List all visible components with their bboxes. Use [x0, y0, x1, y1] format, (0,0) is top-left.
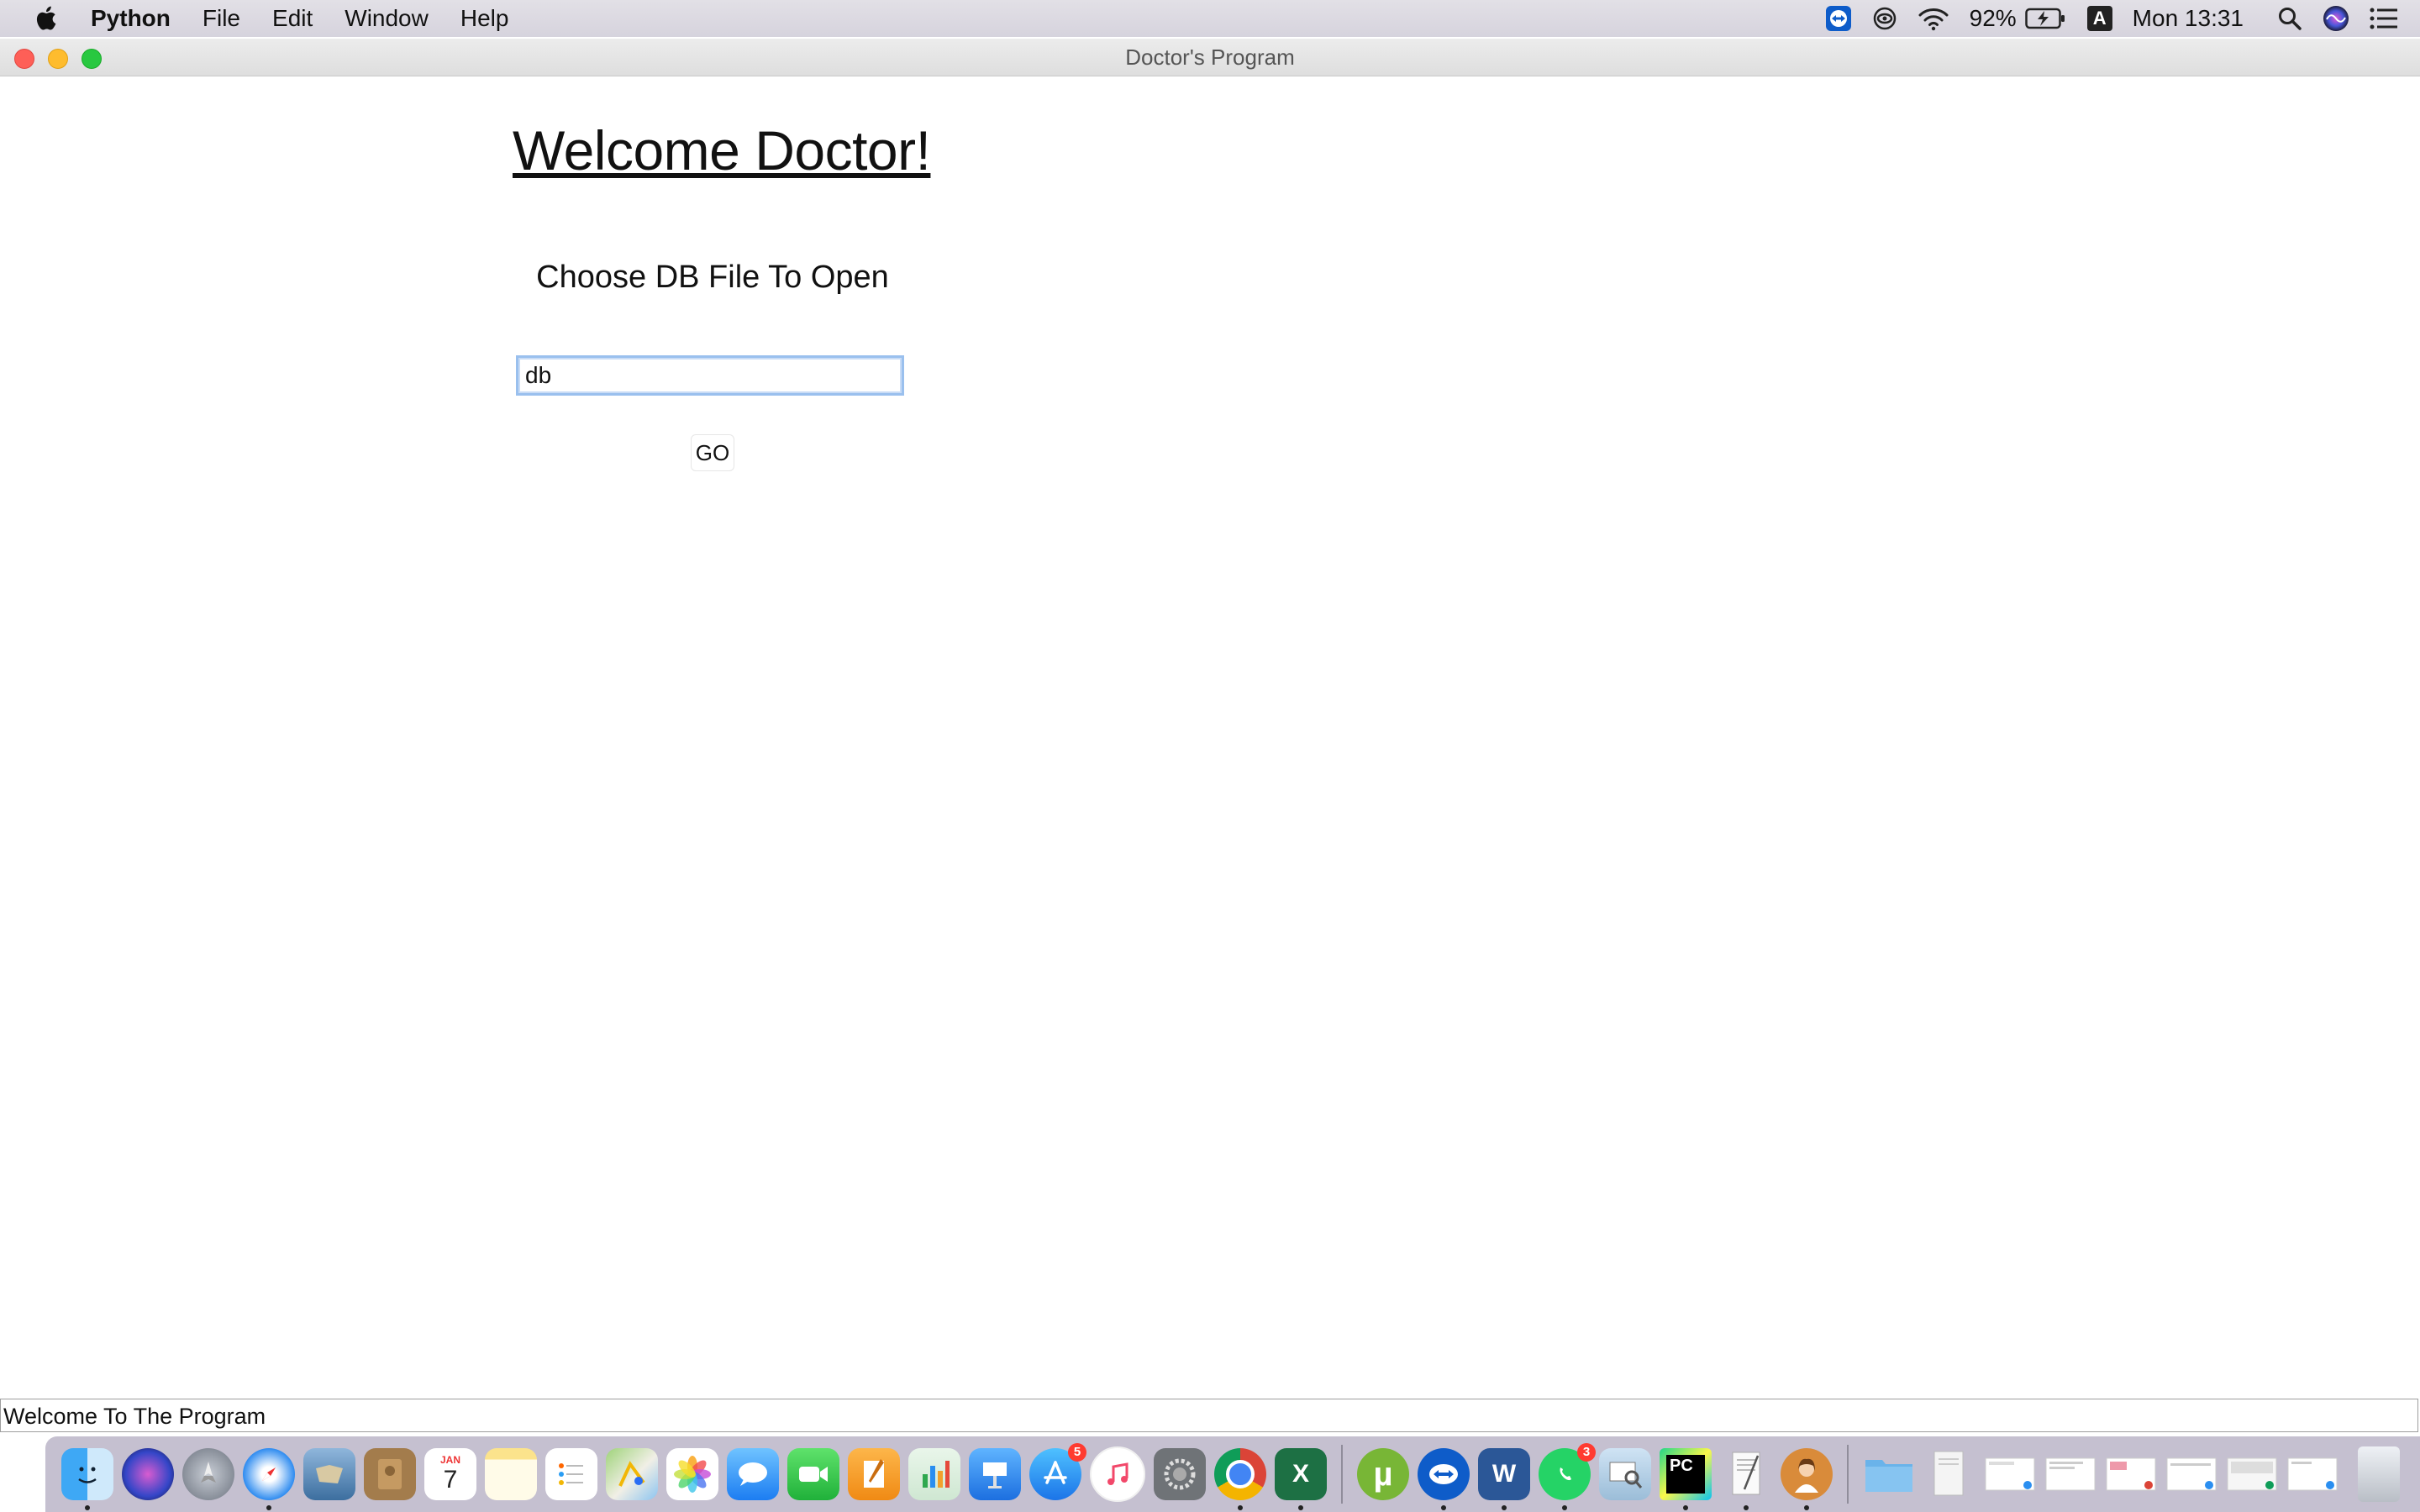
utorrent-icon[interactable]: µ — [1357, 1448, 1409, 1500]
siri-dock-icon[interactable] — [122, 1448, 174, 1500]
menu-window[interactable]: Window — [345, 5, 429, 32]
messages-icon[interactable] — [727, 1448, 779, 1500]
dock: JAN 7 5 X µ W 3 PC — [45, 1436, 2420, 1512]
maps-icon[interactable] — [606, 1448, 658, 1500]
contacts-icon[interactable] — [364, 1448, 416, 1500]
status-bar: Welcome To The Program — [0, 1399, 2418, 1432]
screenshot-thumb-3-icon[interactable] — [2105, 1448, 2157, 1500]
db-file-input[interactable] — [516, 355, 904, 396]
dock-separator-2 — [1847, 1445, 1849, 1504]
launchpad-icon[interactable] — [182, 1448, 234, 1500]
numbers-icon[interactable] — [908, 1448, 960, 1500]
calendar-day: 7 — [443, 1466, 458, 1494]
word-icon[interactable]: W — [1478, 1448, 1530, 1510]
go-button[interactable]: GO — [691, 434, 734, 471]
screenshot-thumb-6-icon[interactable] — [2286, 1448, 2338, 1500]
screenshot-thumb-4-icon[interactable] — [2165, 1448, 2217, 1500]
safari-icon[interactable] — [243, 1448, 295, 1510]
pycharm-icon[interactable]: PC — [1660, 1448, 1712, 1510]
menu-edit[interactable]: Edit — [272, 5, 313, 32]
menu-bar-status-area: 92% A Mon 13:31 — [1825, 0, 2420, 37]
battery-charging-icon[interactable] — [2024, 8, 2067, 29]
calendar-month: JAN — [439, 1454, 460, 1466]
welcome-heading: Welcome Doctor! — [513, 119, 931, 181]
apple-menu-icon[interactable] — [32, 3, 66, 34]
whatsapp-icon[interactable]: 3 — [1539, 1443, 1596, 1510]
mail-icon[interactable] — [303, 1448, 355, 1500]
facetime-icon[interactable] — [787, 1448, 839, 1500]
window-content: Welcome Doctor! Choose DB File To Open G… — [0, 76, 2420, 1398]
app-store-badge: 5 — [1068, 1443, 1086, 1462]
menu-app-name[interactable]: Python — [91, 5, 171, 32]
dock-separator — [1341, 1445, 1343, 1504]
trash-can — [2358, 1446, 2400, 1502]
battery-percentage: 92% — [1969, 5, 2017, 31]
keynote-icon[interactable] — [969, 1448, 1021, 1500]
folder-icon[interactable] — [1863, 1448, 1915, 1500]
photos-icon[interactable] — [666, 1448, 718, 1500]
avatar-app-icon[interactable] — [1781, 1448, 1833, 1510]
chrome-icon[interactable] — [1214, 1448, 1266, 1510]
teamviewer-status-icon[interactable] — [1825, 5, 1852, 32]
siri-icon[interactable] — [2323, 5, 2349, 32]
calendar-icon[interactable]: JAN 7 — [424, 1448, 476, 1500]
trash-icon[interactable] — [2353, 1446, 2405, 1502]
screenshot-thumb-2-icon[interactable] — [2044, 1448, 2096, 1500]
preview-icon[interactable] — [1599, 1448, 1651, 1500]
reminders-icon[interactable] — [545, 1448, 597, 1500]
pages-icon[interactable] — [848, 1448, 900, 1500]
teamviewer-icon[interactable] — [1418, 1448, 1470, 1510]
window-title-bar: Doctor's Program — [0, 39, 2420, 76]
whatsapp-badge: 3 — [1577, 1443, 1596, 1462]
menu-clock[interactable]: Mon 13:31 — [2133, 5, 2244, 32]
window-title: Doctor's Program — [1125, 45, 1295, 70]
wifi-icon[interactable] — [1918, 6, 1949, 31]
menu-help[interactable]: Help — [460, 5, 509, 32]
input-source-icon[interactable]: A — [2086, 6, 2112, 31]
choose-file-prompt: Choose DB File To Open — [536, 260, 889, 295]
document-stack-icon[interactable] — [1923, 1448, 1975, 1500]
finder-icon[interactable] — [61, 1448, 113, 1510]
spotlight-search-icon[interactable] — [2277, 6, 2302, 31]
textedit-icon[interactable] — [1720, 1448, 1772, 1510]
excel-icon[interactable]: X — [1275, 1448, 1327, 1510]
screenshot-thumb-5-icon[interactable] — [2226, 1448, 2278, 1500]
menu-bar: Python File Edit Window Help 92% A Mon 1… — [0, 0, 2420, 37]
app-store-icon[interactable]: 5 — [1029, 1443, 1086, 1500]
screenshot-thumb-1-icon[interactable] — [1984, 1448, 2036, 1500]
menu-file[interactable]: File — [203, 5, 240, 32]
system-preferences-icon[interactable] — [1154, 1448, 1206, 1500]
music-icon[interactable] — [1090, 1446, 1145, 1502]
notes-icon[interactable] — [485, 1448, 537, 1500]
notification-center-icon[interactable] — [2370, 7, 2398, 30]
eye-status-icon[interactable] — [1872, 6, 1897, 31]
